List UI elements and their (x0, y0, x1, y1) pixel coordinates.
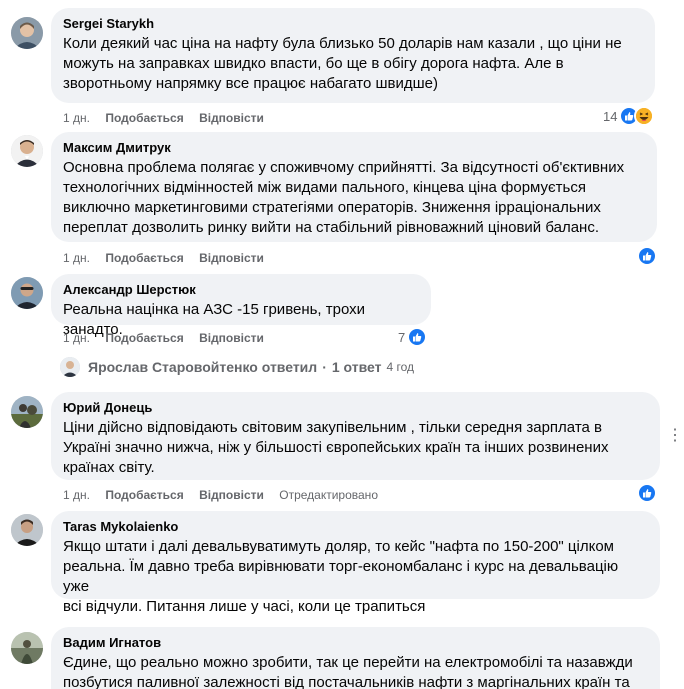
like-button[interactable]: Подобається (105, 111, 183, 125)
like-button[interactable]: Подобається (105, 331, 183, 345)
comment-bubble: Юрий Донець Ціни дійсно відповідають сві… (51, 392, 660, 480)
comment-actions: 1 дн. Подобається Відповісти (63, 110, 276, 126)
haha-reaction-icon (634, 106, 655, 126)
comment-text-line: Основна проблема полягає у споживчому сп… (63, 159, 625, 176)
comment-text-line: Єдине, що реально можно зробити, так це … (63, 654, 633, 671)
avatar[interactable] (11, 17, 43, 49)
like-reaction-icon (637, 483, 657, 503)
avatar[interactable] (11, 396, 43, 428)
comment-text-line: переплат дозволить ринку вийти на стабіл… (63, 219, 599, 236)
reply-button[interactable]: Відповісти (199, 331, 264, 345)
reply-button[interactable]: Відповісти (199, 488, 264, 502)
comment-author[interactable]: Вадим Игнатов (63, 635, 648, 651)
comment-time[interactable]: 1 дн. (63, 488, 90, 502)
reply-button[interactable]: Відповісти (199, 251, 264, 265)
view-replies-link[interactable]: Ярослав Старовойтенко ответил · 1 ответ … (60, 357, 414, 377)
comment-actions: 1 дн. Подобається Відповісти (63, 250, 276, 266)
avatar[interactable] (11, 135, 43, 167)
comment-author[interactable]: Sergei Starykh (63, 16, 643, 32)
comment-text-line: країнах світу. (63, 459, 155, 476)
comment-author[interactable]: Максим Дмитрук (63, 140, 645, 156)
like-reaction-icon (407, 327, 428, 347)
comment-text-line: позбутися паливної залежності від постач… (63, 674, 630, 689)
separator-dot: · (322, 359, 327, 375)
like-button[interactable]: Подобається (105, 251, 183, 265)
like-reaction-icon (637, 246, 657, 266)
comment-actions: 1 дн. Подобається Відповісти (63, 330, 276, 346)
replies-author-text: Ярослав Старовойтенко ответил (88, 359, 318, 375)
reaction-count: 14 (603, 108, 618, 124)
like-button[interactable]: Подобається (105, 488, 183, 502)
comment-text-line: реальна. Їм давно треба вирівнювати торг… (63, 558, 619, 595)
comment-text-line: можуть на заправках швидко впасти, бо ще… (63, 55, 564, 72)
replies-count: 1 ответ (331, 359, 382, 375)
comment-author[interactable]: Юрий Донець (63, 400, 648, 416)
reaction-summary[interactable]: 7 (398, 327, 428, 347)
comment-text-line: Ціни дійсно відповідають світовим закупі… (63, 419, 603, 436)
comment-bubble: Sergei Starykh Коли деякий час ціна на н… (51, 8, 655, 103)
comment-bubble: Александр Шерстюк Реальна націнка на АЗС… (51, 274, 431, 338)
avatar (60, 357, 80, 377)
comment-text-line: Коли деякий час ціна на нафту була близь… (63, 35, 622, 52)
comment-text-line: технологічних відмінностей між видами па… (63, 179, 586, 196)
comment-text-line: Якщо штати і далі девальвуватимуть доляр… (63, 538, 614, 555)
comment-time[interactable]: 1 дн. (63, 111, 90, 125)
comment-bubble: Taras Mykolaienko Якщо штати і далі дева… (51, 511, 660, 615)
avatar[interactable] (11, 277, 43, 309)
reaction-summary[interactable] (637, 483, 657, 503)
comment-text-line: виключно маркетинговими стратегіями опер… (63, 199, 601, 216)
comment-author[interactable]: Taras Mykolaienko (63, 519, 648, 535)
comment-author[interactable]: Александр Шерстюк (63, 282, 419, 298)
reaction-summary[interactable] (637, 246, 657, 266)
comment-text-line: всі відчули. Питання лише у часі, коли ц… (63, 598, 426, 615)
comment-text-line: зворотньому напрямку все працює набагато… (63, 75, 438, 92)
comment-text-line: Україні значно нижча, ніж у більшості єв… (63, 439, 609, 456)
comment-bubble: Максим Дмитрук Основна проблема полягає … (51, 132, 657, 242)
reaction-count: 7 (398, 329, 406, 345)
comment-actions: 1 дн. Подобається Відповісти Отредактиро… (63, 487, 390, 503)
comment-time[interactable]: 1 дн. (63, 251, 90, 265)
avatar[interactable] (11, 514, 43, 546)
more-options-icon[interactable]: ⋮ (667, 425, 683, 445)
avatar[interactable] (11, 632, 43, 664)
replies-time: 4 год (386, 360, 415, 374)
comment-time[interactable]: 1 дн. (63, 331, 90, 345)
comment-bubble: Вадим Игнатов Єдине, що реально можно зр… (51, 627, 660, 689)
edited-label[interactable]: Отредактировано (279, 488, 378, 502)
reply-button[interactable]: Відповісти (199, 111, 264, 125)
reaction-summary[interactable]: 14 (603, 106, 655, 126)
